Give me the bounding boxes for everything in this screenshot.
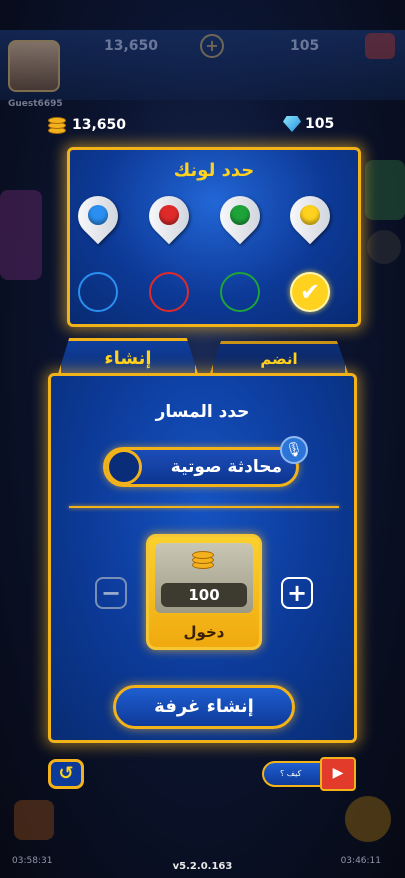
background-gift-icon (14, 800, 54, 840)
video-play-icon: ▶ (320, 757, 356, 791)
create-room-panel: حدد المسار محادثة صوتية 🎙 − 100 دخول + إ… (48, 373, 357, 743)
coins-icon (46, 116, 68, 134)
color-panel-title: حدد لونك (173, 160, 255, 181)
gems-stat: 105 (283, 116, 334, 132)
background-plus-icon: + (200, 34, 224, 58)
game-screen: Guest6695 13,650 + 105 03:58:31 03:46:11… (0, 0, 405, 878)
coins-icon (192, 549, 216, 571)
coins-value: 13,650 (72, 117, 127, 133)
color-pin-green[interactable] (211, 187, 269, 248)
entry-fee-value: 100 (161, 583, 247, 607)
gems-value: 105 (305, 116, 335, 132)
background-player-name: Guest6695 (8, 99, 63, 109)
tab-create[interactable]: إنشاء (58, 338, 198, 374)
divider (69, 506, 339, 508)
voice-chat-label: محادثة صوتية (170, 457, 282, 477)
path-title: حدد المسار (155, 402, 250, 422)
background-gems: 105 (290, 38, 320, 54)
voice-chat-toggle[interactable]: محادثة صوتية 🎙 (103, 436, 308, 487)
color-selection-panel: حدد لونك ✔ (67, 147, 361, 327)
entry-fee-card: 100 دخول (146, 534, 262, 650)
background-spin-icon (345, 796, 391, 842)
color-radio-green[interactable] (220, 272, 260, 312)
background-amazon-icon (367, 230, 401, 264)
increase-entry-button[interactable]: + (281, 577, 313, 609)
mic-icon: 🎙 (280, 436, 308, 464)
back-button[interactable]: ↺ (48, 759, 84, 789)
background-side-banner (365, 160, 405, 220)
back-icon: ↺ (58, 763, 74, 784)
how-to-play-button[interactable]: كيف ؟ ▶ (262, 757, 356, 791)
color-pin-blue[interactable] (69, 187, 127, 248)
coins-stat: 13,650 (46, 116, 126, 134)
color-pin-red[interactable] (140, 187, 198, 248)
how-to-label: كيف ؟ (280, 769, 302, 778)
create-room-button[interactable]: إنشاء غرفة (113, 685, 295, 729)
background-avatar (8, 40, 60, 92)
voice-chat-toggle-knob[interactable] (106, 449, 142, 485)
entry-fee-label: دخول (183, 623, 225, 641)
gem-icon (283, 116, 301, 132)
color-radio-blue[interactable] (78, 272, 118, 312)
color-radio-yellow[interactable]: ✔ (290, 272, 330, 312)
decrease-entry-button[interactable]: − (95, 577, 127, 609)
background-coins: 13,650 (104, 38, 159, 54)
tab-join[interactable]: انضم (210, 341, 348, 373)
color-pin-yellow[interactable] (281, 187, 339, 248)
background-cart-icon (365, 33, 395, 59)
background-special-offer (0, 190, 42, 280)
version-label: v5.2.0.163 (172, 861, 233, 872)
entry-fee-display: 100 (155, 543, 253, 613)
color-radio-red[interactable] (149, 272, 189, 312)
